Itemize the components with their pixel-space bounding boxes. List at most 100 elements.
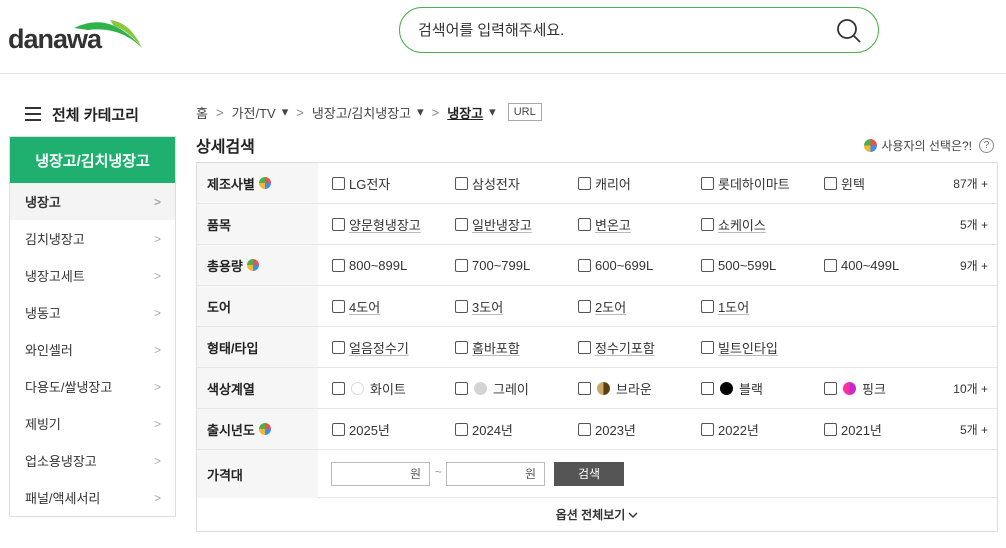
user-choice-icon[interactable] xyxy=(258,423,271,435)
checkbox[interactable] xyxy=(332,423,345,436)
checkbox[interactable] xyxy=(824,259,837,272)
filter-option[interactable]: 1도어 xyxy=(701,286,749,327)
caret-down-icon[interactable]: ▾ xyxy=(282,104,289,120)
help-icon[interactable]: ? xyxy=(979,138,994,153)
filter-option[interactable]: 4도어 xyxy=(332,286,380,327)
filter-option[interactable]: 화이트 xyxy=(332,368,406,409)
sidebar-item-commercial[interactable]: 업소용냉장고 > xyxy=(10,442,175,479)
filter-option[interactable]: 빌트인타입 xyxy=(701,327,778,368)
all-category-toggle[interactable]: 전체 카테고리 xyxy=(9,96,176,136)
checkbox[interactable] xyxy=(824,423,837,436)
caret-down-icon[interactable]: ▾ xyxy=(489,104,496,120)
checkbox[interactable] xyxy=(578,300,591,313)
checkbox[interactable] xyxy=(701,423,714,436)
show-all-options-button[interactable]: 옵션 전체보기 xyxy=(197,498,997,531)
filter-option[interactable]: 롯데하이마트 xyxy=(701,163,790,204)
checkbox[interactable] xyxy=(455,177,468,190)
more-count-button[interactable]: 9개 + xyxy=(960,245,988,286)
filter-option[interactable]: 2024년 xyxy=(455,409,513,450)
filter-option[interactable]: 정수기포함 xyxy=(578,327,655,368)
filter-option[interactable]: 캐리어 xyxy=(578,163,631,204)
filter-option[interactable]: 변온고 xyxy=(578,204,631,245)
checkbox[interactable] xyxy=(332,382,345,395)
checkbox[interactable] xyxy=(824,177,837,190)
checkbox[interactable] xyxy=(824,382,837,395)
checkbox[interactable] xyxy=(701,341,714,354)
more-count-button[interactable]: 87개 + xyxy=(953,163,988,204)
checkbox[interactable] xyxy=(578,218,591,231)
filter-option[interactable]: 2도어 xyxy=(578,286,626,327)
user-choice-icon[interactable] xyxy=(246,259,259,271)
filter-option[interactable]: 400~499L xyxy=(824,245,899,286)
filter-option[interactable]: 2023년 xyxy=(578,409,636,450)
filter-option[interactable]: 홈바포함 xyxy=(455,327,520,368)
checkbox[interactable] xyxy=(701,177,714,190)
sidebar-item-multipurpose[interactable]: 다용도/쌀냉장고 > xyxy=(10,368,175,405)
filter-option[interactable]: 쇼케이스 xyxy=(701,204,766,245)
filter-option[interactable]: 핑크 xyxy=(824,368,886,409)
checkbox[interactable] xyxy=(455,341,468,354)
filter-option[interactable]: 500~599L xyxy=(701,245,776,286)
filter-option[interactable]: 일반냉장고 xyxy=(455,204,532,245)
search-icon[interactable] xyxy=(836,18,862,44)
more-count-button[interactable]: 10개 + xyxy=(953,368,988,409)
filter-option[interactable]: LG전자 xyxy=(332,163,390,204)
filter-option[interactable]: 2021년 xyxy=(824,409,882,450)
url-button[interactable]: URL xyxy=(507,103,542,121)
filter-option[interactable]: 700~799L xyxy=(455,245,530,286)
breadcrumb-home-appliance[interactable]: 가전/TV xyxy=(232,103,276,122)
sidebar-item-refrigerator[interactable]: 냉장고 > xyxy=(10,183,175,220)
search-input[interactable] xyxy=(418,18,818,42)
filter-option[interactable]: 그레이 xyxy=(455,368,529,409)
checkbox[interactable] xyxy=(701,300,714,313)
filter-option[interactable]: 2025년 xyxy=(332,409,390,450)
checkbox[interactable] xyxy=(455,423,468,436)
checkbox[interactable] xyxy=(578,382,591,395)
filter-option[interactable]: 블랙 xyxy=(701,368,763,409)
filter-option[interactable]: 양문형냉장고 xyxy=(332,204,421,245)
sidebar-item-kimchi-refrigerator[interactable]: 김치냉장고 > xyxy=(10,220,175,257)
checkbox[interactable] xyxy=(455,300,468,313)
caret-down-icon[interactable]: ▾ xyxy=(417,104,424,120)
sidebar-item-wine-cellar[interactable]: 와인셀러 > xyxy=(10,331,175,368)
checkbox[interactable] xyxy=(701,259,714,272)
checkbox[interactable] xyxy=(332,177,345,190)
filter-option[interactable]: 2022년 xyxy=(701,409,759,450)
user-choice-link[interactable]: 사용자의 선택은?! ? xyxy=(864,137,994,154)
breadcrumb-current[interactable]: 냉장고 xyxy=(447,103,483,122)
checkbox[interactable] xyxy=(578,177,591,190)
checkbox[interactable] xyxy=(701,218,714,231)
sidebar-item-panel-accessory[interactable]: 패널/액세서리 > xyxy=(10,479,175,516)
checkbox[interactable] xyxy=(455,259,468,272)
checkbox[interactable] xyxy=(332,300,345,313)
min-price-input[interactable]: 원 xyxy=(331,462,430,486)
filter-option[interactable]: 삼성전자 xyxy=(455,163,520,204)
filter-option[interactable]: 600~699L xyxy=(578,245,653,286)
sidebar-item-ice-maker[interactable]: 제빙기 > xyxy=(10,405,175,442)
breadcrumb-home[interactable]: 홈 xyxy=(196,103,208,122)
filter-option[interactable]: 800~899L xyxy=(332,245,407,286)
danawa-logo[interactable]: danawa xyxy=(8,12,142,54)
price-search-button[interactable]: 검색 xyxy=(554,462,624,486)
checkbox[interactable] xyxy=(332,218,345,231)
filter-option[interactable]: 윈텍 xyxy=(824,163,865,204)
more-count-button[interactable]: 5개 + xyxy=(960,204,988,245)
filter-option[interactable]: 브라운 xyxy=(578,368,652,409)
sidebar-item-refrigerator-set[interactable]: 냉장고세트 > xyxy=(10,257,175,294)
checkbox[interactable] xyxy=(578,341,591,354)
checkbox[interactable] xyxy=(332,341,345,354)
user-choice-icon[interactable] xyxy=(258,177,271,189)
active-category[interactable]: 냉장고/김치냉장고 xyxy=(10,137,175,183)
checkbox[interactable] xyxy=(332,259,345,272)
max-price-input[interactable]: 원 xyxy=(446,462,545,486)
checkbox[interactable] xyxy=(455,218,468,231)
checkbox[interactable] xyxy=(701,382,714,395)
filter-option[interactable]: 얼음정수기 xyxy=(332,327,409,368)
checkbox[interactable] xyxy=(455,382,468,395)
more-count-button[interactable]: 5개 + xyxy=(960,409,988,450)
filter-option[interactable]: 3도어 xyxy=(455,286,503,327)
checkbox[interactable] xyxy=(578,259,591,272)
breadcrumb-refrigerator-group[interactable]: 냉장고/김치냉장고 xyxy=(312,103,411,122)
checkbox[interactable] xyxy=(578,423,591,436)
sidebar-item-freezer[interactable]: 냉동고 > xyxy=(10,294,175,331)
